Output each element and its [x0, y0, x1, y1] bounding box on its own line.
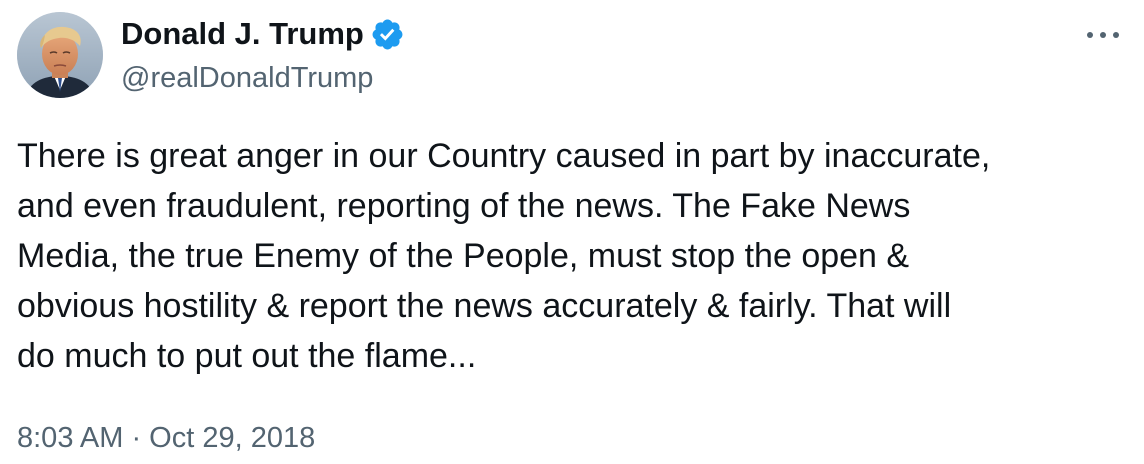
author-display-name[interactable]: Donald J. Trump [121, 14, 364, 54]
more-options-button[interactable] [1082, 18, 1124, 52]
author-handle[interactable]: @realDonaldTrump [121, 59, 373, 97]
verified-badge-icon[interactable] [370, 17, 405, 52]
tweet-text-line: and even fraudulent, reporting of the ne… [17, 187, 911, 225]
author-name-row: Donald J. Trump [121, 14, 405, 54]
tweet-timestamp[interactable]: 8:03 AM · Oct 29, 2018 [17, 418, 315, 458]
tweet-text-line: Media, the true Enemy of the People, mus… [17, 237, 910, 275]
avatar[interactable] [17, 12, 103, 98]
tweet-text: There is great anger in our Country caus… [17, 131, 1127, 381]
tweet-text-line: obvious hostility & report the news accu… [17, 287, 952, 325]
tweet-card: Donald J. Trump @realDonaldTrump There i… [0, 0, 1144, 464]
tweet-text-line: do much to put out the flame... [17, 337, 477, 375]
profile-photo-icon [17, 12, 103, 98]
more-horizontal-icon [1087, 32, 1119, 38]
tweet-text-line: There is great anger in our Country caus… [17, 137, 991, 175]
